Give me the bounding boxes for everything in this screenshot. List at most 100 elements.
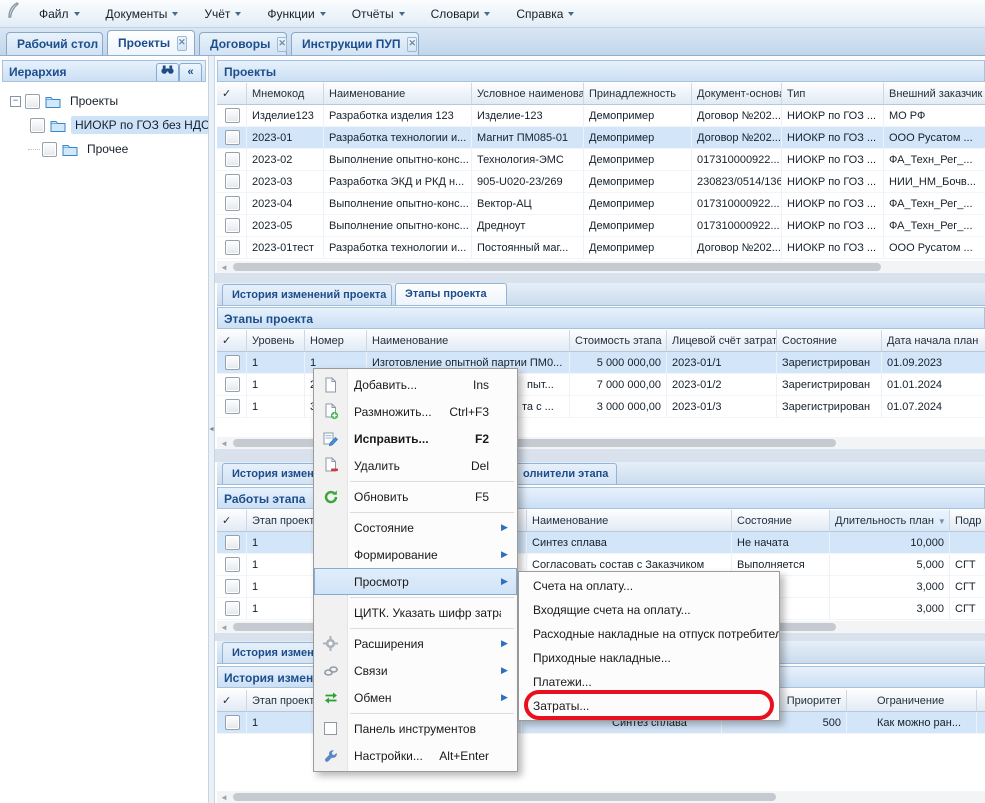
menubar-item-3[interactable]: Учёт — [191, 0, 254, 28]
tree-checkbox[interactable] — [42, 142, 57, 157]
tab-3[interactable]: Договоры✕ — [199, 32, 287, 55]
table-row[interactable]: 2023-02Выполнение опытно-конс...Технолог… — [217, 149, 985, 171]
row-checkbox-cell[interactable] — [217, 598, 247, 620]
table-row[interactable]: 2023-03Разработка ЭКД и РКД н...905-U020… — [217, 171, 985, 193]
context-menu-item[interactable]: ЦИТК. Указать шифр затрат... — [314, 599, 517, 626]
context-menu-item[interactable]: Исправить...F2 — [314, 425, 517, 452]
tree-expander-icon[interactable]: − — [10, 96, 21, 107]
close-tab-icon[interactable]: ✕ — [407, 37, 417, 52]
tab-2[interactable]: Проекты✕ — [107, 30, 195, 55]
close-tab-icon[interactable]: ✕ — [277, 37, 287, 52]
section-tab[interactable]: История измен — [222, 463, 317, 484]
menubar-item-5[interactable]: Отчёты — [339, 0, 418, 28]
column-header[interactable]: Номер — [305, 330, 367, 352]
column-header[interactable]: Мнемокод — [247, 83, 324, 105]
submenu-item[interactable]: Входящие счета на оплату... — [519, 598, 779, 622]
history-hscrollbar[interactable]: ◄ — [217, 791, 985, 803]
row-checkbox-cell[interactable] — [217, 193, 247, 215]
table-row[interactable]: 2023-04Выполнение опытно-конс...Вектор-А… — [217, 193, 985, 215]
table-row[interactable]: 2023-05Выполнение опытно-конс...Дредноут… — [217, 215, 985, 237]
column-header[interactable]: Дата начала план — [882, 330, 985, 352]
sidebar-splitter[interactable]: ◄ — [208, 56, 215, 803]
context-menu-item[interactable]: Добавить...Ins — [314, 371, 517, 398]
search-binoculars-button[interactable] — [156, 63, 179, 82]
context-menu-item[interactable]: Связи▶ — [314, 657, 517, 684]
table-row[interactable]: Изделие123Разработка изделия 123Изделие-… — [217, 105, 985, 127]
column-header[interactable] — [977, 690, 985, 712]
row-checkbox-cell[interactable] — [217, 215, 247, 237]
column-header[interactable]: Уровень — [247, 330, 305, 352]
section-tab[interactable]: Этапы проекта — [395, 283, 507, 305]
tree-item-root[interactable]: −Проекты — [2, 89, 206, 113]
menubar-item-7[interactable]: Справка — [503, 0, 587, 28]
collapse-sidebar-button[interactable]: « — [179, 63, 202, 82]
row-checkbox-cell[interactable] — [217, 352, 247, 374]
column-header[interactable]: Стоимость этапа — [570, 330, 667, 352]
column-header[interactable]: Лицевой счёт затрат. — [667, 330, 777, 352]
table-row[interactable]: 2023-01Разработка технологии и...Магнит … — [217, 127, 985, 149]
context-menu-item[interactable]: Настройки...Alt+Enter — [314, 742, 517, 769]
row-checkbox-cell[interactable] — [217, 237, 247, 259]
projects-hscrollbar[interactable]: ◄ — [217, 261, 985, 273]
scroll-left-arrow-icon[interactable]: ◄ — [217, 439, 231, 448]
row-checkbox-cell[interactable] — [217, 576, 247, 598]
tab-4[interactable]: Инструкции ПУП✕ — [291, 32, 419, 55]
tree-item-1[interactable]: НИОКР по ГОЗ без НДС — [2, 113, 206, 137]
submenu-item[interactable]: Расходные накладные на отпуск потребител… — [519, 622, 779, 646]
row-checkbox-cell[interactable] — [217, 532, 247, 554]
scroll-left-arrow-icon[interactable]: ◄ — [217, 623, 231, 632]
row-checkbox-cell[interactable] — [217, 374, 247, 396]
row-checkbox-cell[interactable] — [217, 396, 247, 418]
menubar-item-6[interactable]: Словари — [418, 0, 504, 28]
menubar-item-2[interactable]: Документы — [93, 0, 192, 28]
column-header[interactable]: Внешний заказчик — [884, 83, 985, 105]
column-header[interactable]: Наименование — [367, 330, 570, 352]
context-menu-item[interactable]: Размножить...Ctrl+F3 — [314, 398, 517, 425]
column-header[interactable]: Документ-основан — [692, 83, 782, 105]
context-menu-item[interactable]: Обмен▶ — [314, 684, 517, 711]
submenu-item[interactable]: Счета на оплату... — [519, 574, 779, 598]
cell: 017310000922... — [692, 215, 782, 237]
column-header[interactable]: ✓ — [217, 83, 247, 105]
context-menu-item[interactable]: Панель инструментов — [314, 715, 517, 742]
row-checkbox-cell[interactable] — [217, 127, 247, 149]
column-header[interactable]: Подр — [950, 510, 985, 532]
section-tab[interactable]: олнители этапа — [513, 463, 617, 484]
section-tab[interactable]: История измен — [222, 642, 317, 663]
submenu-item[interactable]: Приходные накладные... — [519, 646, 779, 670]
column-header[interactable]: Состояние — [732, 510, 830, 532]
scroll-left-arrow-icon[interactable]: ◄ — [217, 793, 231, 802]
scroll-left-arrow-icon[interactable]: ◄ — [217, 263, 231, 272]
menubar-item-4[interactable]: Функции — [254, 0, 338, 28]
column-header[interactable]: ✓ — [217, 330, 247, 352]
column-header[interactable]: Состояние — [777, 330, 882, 352]
context-menu-item[interactable]: Состояние▶ — [314, 514, 517, 541]
column-header[interactable]: Наименование — [527, 510, 732, 532]
tree-item-2[interactable]: Прочее — [2, 137, 206, 161]
context-menu-item[interactable]: Расширения▶ — [314, 630, 517, 657]
row-checkbox-cell[interactable] — [217, 712, 247, 734]
table-row[interactable]: 2023-01тестРазработка технологии и...Пос… — [217, 237, 985, 259]
column-header[interactable]: ✓ — [217, 510, 247, 532]
column-header[interactable]: Ограничение — [847, 690, 977, 712]
context-menu-item[interactable]: Формирование▶ — [314, 541, 517, 568]
column-header[interactable]: Длительность план▼ — [830, 510, 950, 532]
close-tab-icon[interactable]: ✕ — [177, 36, 187, 51]
context-menu-item[interactable]: Просмотр▶ — [314, 568, 517, 595]
row-checkbox-cell[interactable] — [217, 171, 247, 193]
column-header[interactable]: Наименование — [324, 83, 472, 105]
column-header[interactable]: Принадлежность — [584, 83, 692, 105]
row-checkbox-cell[interactable] — [217, 149, 247, 171]
section-tab[interactable]: История изменений проекта — [222, 284, 392, 305]
tree-checkbox[interactable] — [25, 94, 40, 109]
menubar-item-1[interactable]: Файл — [26, 0, 93, 28]
row-checkbox-cell[interactable] — [217, 554, 247, 576]
column-header[interactable]: ✓ — [217, 690, 247, 712]
context-menu-item[interactable]: УдалитьDel — [314, 452, 517, 479]
column-header[interactable]: Условное наименова — [472, 83, 584, 105]
row-checkbox-cell[interactable] — [217, 105, 247, 127]
tab-1[interactable]: Рабочий стол — [6, 32, 103, 55]
tree-checkbox[interactable] — [30, 118, 45, 133]
column-header[interactable]: Тип — [782, 83, 884, 105]
context-menu-item[interactable]: ОбновитьF5 — [314, 483, 517, 510]
